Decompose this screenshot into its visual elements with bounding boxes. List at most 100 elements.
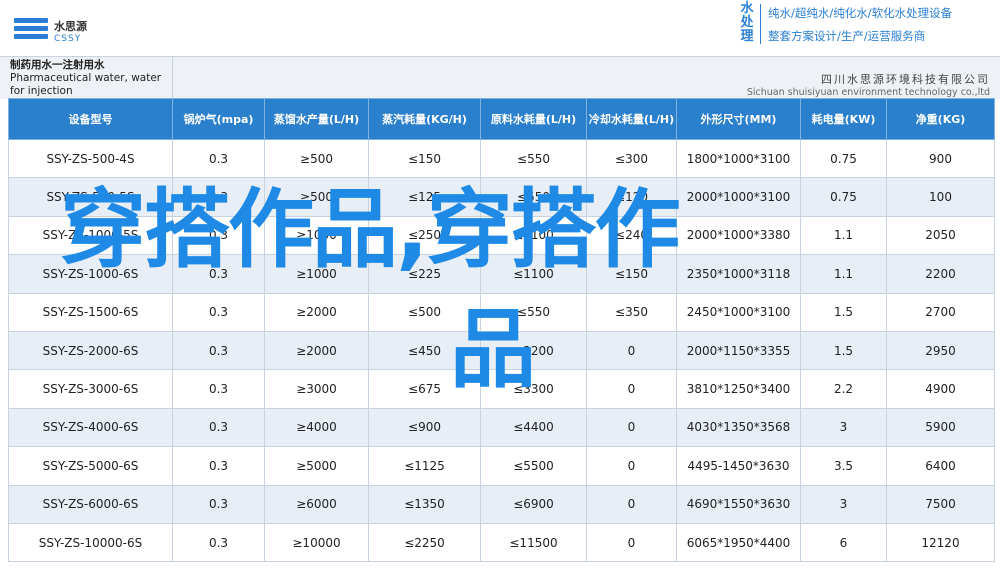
table-cell: ≤11500 — [480, 522, 587, 563]
table-cell: 0.3 — [172, 407, 265, 448]
company-name-en: Sichuan shuisiyuan environment technolog… — [746, 87, 990, 98]
column-header: 原料水耗量(L/H) — [480, 98, 587, 140]
table-cell: 0 — [586, 522, 677, 563]
table-row: SSY-ZS-10000-6S 0.3 ≥10000 ≤2250 ≤11500 0 6065… — [8, 522, 995, 563]
logo-name-cn: 水思源 — [54, 20, 87, 33]
table-cell: 2000*1000*3100 — [676, 177, 801, 217]
table-cell: SSY-ZS-3000-6S — [8, 369, 173, 409]
table-cell: ≤450 — [368, 330, 481, 371]
table-cell: ≤350 — [586, 292, 677, 332]
spec-table: 设备型号 锅炉气(mpa) 蒸馏水产量(L/H) 蒸汽耗量(KG/H) 原料水耗… — [8, 98, 995, 563]
company-name-cn: 四川水思源环境科技有限公司 — [821, 73, 990, 86]
table-cell: SSY-ZS-5000-6S — [8, 446, 173, 486]
table-cell: SSY-ZS-1500-6S — [8, 292, 173, 332]
table-row: SSY-ZS-500-4S 0.3 ≥500 ≤150 ≤550 ≤300 1800*100… — [8, 138, 995, 179]
table-cell: ≤300 — [586, 138, 677, 179]
table-cell: SSY-ZS-4000-6S — [8, 407, 173, 448]
column-header: 外形尺寸(MM) — [676, 98, 801, 140]
table-cell: ≤5500 — [480, 446, 587, 486]
table-cell: 0.3 — [172, 446, 265, 486]
table-cell: SSY-ZS-500-5S — [8, 177, 173, 217]
table-cell: 1.1 — [800, 215, 887, 256]
table-cell: 2.2 — [800, 369, 887, 409]
table-cell: ≤900 — [368, 407, 481, 448]
table-cell: ≤150 — [368, 138, 481, 179]
table-cell: 0.3 — [172, 215, 265, 256]
table-cell: SSY-ZS-1000-5S — [8, 215, 173, 256]
table-cell: ≥2000 — [264, 330, 369, 371]
table-cell: 3 — [800, 407, 887, 448]
table-row: SSY-ZS-3000-6S 0.3 ≥3000 ≤675 ≤3300 0 3810*125… — [8, 369, 995, 409]
table-cell: ≤6900 — [480, 484, 587, 524]
logo-name-en: CSSY — [54, 34, 82, 44]
table-row: SSY-ZS-4000-6S 0.3 ≥4000 ≤900 ≤4400 0 4030*135… — [8, 407, 995, 448]
table-cell: ≤3300 — [480, 369, 587, 409]
column-header: 蒸汽耗量(KG/H) — [368, 98, 481, 140]
table-row: SSY-ZS-2000-6S 0.3 ≥2000 ≤450 ≤2200 0 2000*115… — [8, 330, 995, 371]
table-cell: ≤1350 — [368, 484, 481, 524]
table-cell: 0 — [586, 369, 677, 409]
table-cell: 0 — [586, 484, 677, 524]
table-cell: ≤225 — [368, 254, 481, 294]
table-cell: SSY-ZS-10000-6S — [8, 522, 173, 563]
table-cell: 0.3 — [172, 254, 265, 294]
table-cell: 2200 — [886, 254, 995, 294]
table-cell: ≤4400 — [480, 407, 587, 448]
table-cell: ≤250 — [368, 215, 481, 256]
product-title: 制药用水一注射用水 Pharmaceutical water, water fo… — [10, 59, 170, 98]
table-header-row: 设备型号 锅炉气(mpa) 蒸馏水产量(L/H) 蒸汽耗量(KG/H) 原料水耗… — [8, 98, 995, 140]
table-cell: 1800*1000*3100 — [676, 138, 801, 179]
table-cell: 0.3 — [172, 292, 265, 332]
table-cell: 2050 — [886, 215, 995, 256]
table-cell: 4900 — [886, 369, 995, 409]
brand-tagline-1: 纯水/超纯水/纯化水/软化水处理设备 — [768, 6, 953, 20]
brand-divider — [760, 4, 761, 44]
table-cell: 2000*1150*3355 — [676, 330, 801, 371]
table-cell: 100 — [886, 177, 995, 217]
table-cell: 0.3 — [172, 138, 265, 179]
column-header: 耗电量(KW) — [800, 98, 887, 140]
title-band: 制药用水一注射用水 Pharmaceutical water, water fo… — [0, 56, 1000, 99]
table-row: SSY-ZS-6000-6S 0.3 ≥6000 ≤1350 ≤6900 0 4690*15… — [8, 484, 995, 524]
table-cell: ≥2000 — [264, 292, 369, 332]
table-row: SSY-ZS-1500-6S 0.3 ≥2000 ≤500 ≤550 ≤350 2450*1… — [8, 292, 995, 332]
table-cell: ≤120 — [586, 177, 677, 217]
table-cell: 0.3 — [172, 522, 265, 563]
table-cell: 7500 — [886, 484, 995, 524]
table-cell: 4495-1450*3630 — [676, 446, 801, 486]
column-header: 净重(KG) — [886, 98, 995, 140]
table-cell: ≥500 — [264, 177, 369, 217]
product-title-cn: 制药用水一注射用水 — [10, 59, 105, 71]
table-cell: ≥500 — [264, 138, 369, 179]
table-cell: 1.1 — [800, 254, 887, 294]
table-cell: 6400 — [886, 446, 995, 486]
product-title-en: Pharmaceutical water, water for injectio… — [10, 72, 162, 97]
table-row: SSY-ZS-1000-6S 0.3 ≥1000 ≤225 ≤1100 ≤150 2350*… — [8, 254, 995, 294]
table-cell: SSY-ZS-2000-6S — [8, 330, 173, 371]
company-name: 四川水思源环境科技有限公司 Sichuan shuisiyuan environ… — [747, 71, 990, 98]
table-cell: ≤550 — [480, 138, 587, 179]
table-cell: ≥5000 — [264, 446, 369, 486]
table-cell: 0 — [586, 330, 677, 371]
table-cell: ≥3000 — [264, 369, 369, 409]
table-cell: ≥6000 — [264, 484, 369, 524]
table-cell: 3810*1250*3400 — [676, 369, 801, 409]
table-cell: 3 — [800, 484, 887, 524]
table-cell: ≤550 — [480, 177, 587, 217]
table-cell: 3.5 — [800, 446, 887, 486]
table-cell: 2950 — [886, 330, 995, 371]
table-cell: 0.3 — [172, 369, 265, 409]
table-cell: 4690*1550*3630 — [676, 484, 801, 524]
table-cell: SSY-ZS-1000-6S — [8, 254, 173, 294]
table-cell: 0 — [586, 407, 677, 448]
column-header: 锅炉气(mpa) — [172, 98, 265, 140]
company-logo: 水思源 CSSY — [14, 14, 94, 48]
table-cell: ≤2250 — [368, 522, 481, 563]
table-cell: 0.75 — [800, 138, 887, 179]
table-cell: 0.3 — [172, 177, 265, 217]
table-cell: ≤675 — [368, 369, 481, 409]
table-cell: ≥4000 — [264, 407, 369, 448]
table-cell: 2350*1000*3118 — [676, 254, 801, 294]
table-cell: 12120 — [886, 522, 995, 563]
table-cell: ≥1000 — [264, 215, 369, 256]
